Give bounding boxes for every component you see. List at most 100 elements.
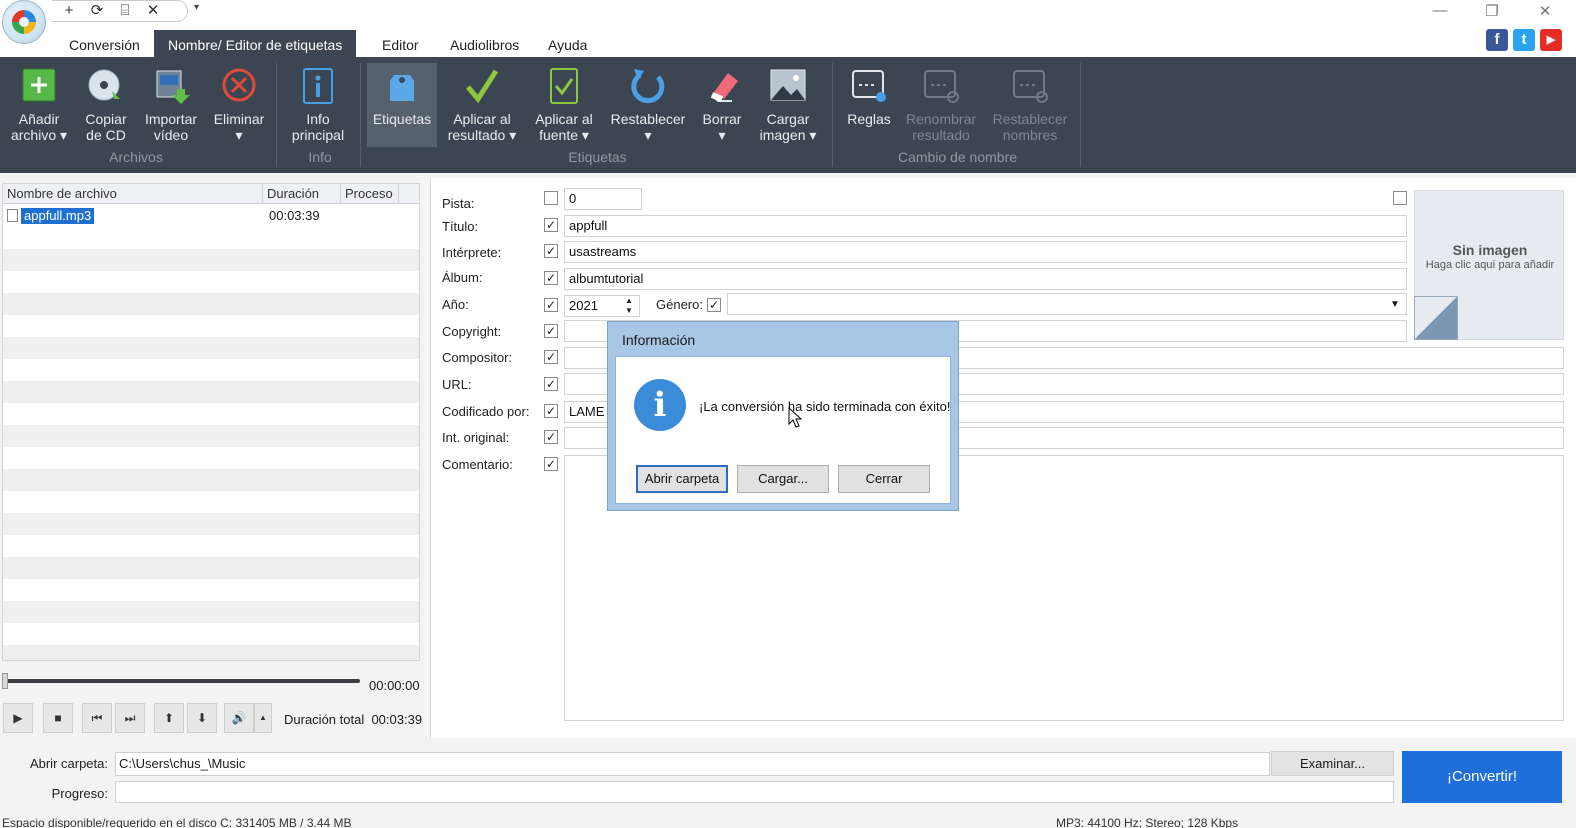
checkbox-title[interactable]: ✓ xyxy=(544,218,558,232)
add-file-button[interactable]: Añadir archivo ▾ xyxy=(4,63,74,147)
checkbox-url[interactable]: ✓ xyxy=(544,377,558,391)
label-url: URL: xyxy=(442,377,472,392)
rename-result-button[interactable]: Renombrar resultado xyxy=(903,63,979,147)
erase-button[interactable]: Borrar ▾ xyxy=(695,63,749,147)
plus-icon[interactable]: + xyxy=(60,1,78,21)
total-duration: Duración total 00:03:39 xyxy=(284,712,423,727)
edit-doc-icon[interactable]: ⌸ xyxy=(116,1,134,21)
close-window-button[interactable]: ✕ xyxy=(1530,2,1560,20)
refresh-icon[interactable]: ⟳ xyxy=(88,1,106,21)
move-up-button[interactable]: ⬆ xyxy=(154,703,184,733)
tab-help[interactable]: Ayuda xyxy=(534,30,601,57)
main-info-button[interactable]: Info principal xyxy=(283,63,353,147)
minimize-button[interactable]: — xyxy=(1425,2,1455,19)
group-label-files: Archivos xyxy=(109,149,163,165)
open-folder-button[interactable]: Abrir carpeta xyxy=(636,465,728,493)
delete-button[interactable]: Eliminar ▾ xyxy=(206,63,272,147)
copy-cd-button[interactable]: Copiar de CD xyxy=(76,63,136,147)
checkbox-album[interactable]: ✓ xyxy=(544,271,558,285)
group-label-rename: Cambio de nombre xyxy=(897,149,1018,165)
column-header-filename[interactable]: Nombre de archivo xyxy=(3,184,263,204)
info-icon xyxy=(298,67,338,105)
empty-row xyxy=(3,381,419,403)
ribbon-separator xyxy=(832,63,833,167)
youtube-icon[interactable]: ▶ xyxy=(1540,29,1562,51)
menu-bar: Conversión Nombre/ Editor de etiquetas E… xyxy=(0,30,1576,57)
track-input[interactable]: 0 xyxy=(564,188,642,210)
eraser-icon xyxy=(702,67,742,105)
import-video-icon xyxy=(151,67,191,105)
file-list[interactable]: Nombre de archivo Duración Proceso appfu… xyxy=(2,183,420,661)
checkbox-comment[interactable]: ✓ xyxy=(544,457,558,471)
close-icon[interactable]: ✕ xyxy=(144,1,162,21)
qat-more-icon[interactable]: ▾ xyxy=(194,2,199,13)
reset-names-button[interactable]: Restablecer nombres xyxy=(987,63,1073,147)
checkbox-track[interactable] xyxy=(544,191,558,205)
cover-empty-title: Sin imagen xyxy=(1452,242,1528,258)
checkbox-year[interactable]: ✓ xyxy=(544,298,558,312)
tab-editor[interactable]: Editor xyxy=(368,30,433,57)
twitter-icon[interactable]: t xyxy=(1513,29,1535,51)
dialog-close-button[interactable]: Cerrar xyxy=(838,465,930,493)
dialog-body: i ¡La conversión ha sido terminada con é… xyxy=(615,356,951,504)
checkbox-encoded-by[interactable]: ✓ xyxy=(544,404,558,418)
empty-row xyxy=(3,337,419,359)
output-folder-input[interactable]: C:\Users\chus_\Music xyxy=(115,752,1270,776)
disk-space-status: Espacio disponible/requerido en el disco… xyxy=(2,816,352,828)
apply-to-source-button[interactable]: Aplicar al fuente ▾ xyxy=(527,63,601,147)
checkbox-cover[interactable] xyxy=(1393,191,1407,205)
checkbox-copyright[interactable]: ✓ xyxy=(544,324,558,338)
checkbox-artist[interactable]: ✓ xyxy=(544,244,558,258)
tags-button[interactable]: Etiquetas xyxy=(367,63,437,147)
apply-to-result-button[interactable]: Aplicar al resultado ▾ xyxy=(441,63,523,147)
next-button[interactable]: ⏭ xyxy=(115,703,145,733)
move-down-button[interactable]: ⬇ xyxy=(187,703,217,733)
table-row[interactable]: appfull.mp3 00:03:39 xyxy=(3,205,419,227)
load-image-button[interactable]: Cargar imagen ▾ xyxy=(753,63,823,147)
genre-select[interactable] xyxy=(727,293,1407,315)
volume-up-arrow[interactable]: ▲ xyxy=(254,703,272,733)
mouse-cursor-icon xyxy=(788,407,802,428)
import-video-button[interactable]: Importar vídeo xyxy=(138,63,204,147)
title-input[interactable]: appfull xyxy=(564,215,1407,237)
reset-button[interactable]: Restablecer ▾ xyxy=(605,63,691,147)
label-encoded-by: Codificado por: xyxy=(442,404,530,419)
tab-tag-editor[interactable]: Nombre/ Editor de etiquetas xyxy=(154,30,357,57)
album-input[interactable]: albumtutorial xyxy=(564,268,1407,290)
chevron-down-icon[interactable]: ▼ xyxy=(1390,299,1400,310)
check-doc-icon xyxy=(544,67,584,105)
load-button[interactable]: Cargar... xyxy=(737,465,829,493)
column-header-process[interactable]: Proceso xyxy=(341,184,399,204)
checkbox-composer[interactable]: ✓ xyxy=(544,350,558,364)
rename-result-icon xyxy=(921,67,961,105)
tag-icon xyxy=(382,67,422,105)
rules-button[interactable]: Reglas xyxy=(839,63,899,147)
previous-button[interactable]: ⏮ xyxy=(82,703,112,733)
tab-conversion[interactable]: Conversión xyxy=(55,30,154,57)
seek-handle[interactable] xyxy=(2,673,8,689)
progress-bar xyxy=(115,781,1394,803)
convert-button[interactable]: ¡Convertir! xyxy=(1402,751,1562,803)
checkbox-original-artist[interactable]: ✓ xyxy=(544,430,558,444)
seek-bar[interactable] xyxy=(4,679,360,683)
restore-button[interactable]: ❐ xyxy=(1477,2,1507,20)
artist-input[interactable]: usastreams xyxy=(564,241,1407,263)
year-stepper[interactable]: ▲ ▼ xyxy=(620,296,638,318)
browse-button[interactable]: Examinar... xyxy=(1271,751,1394,776)
volume-button[interactable]: 🔊 xyxy=(224,703,254,733)
playback-position: 00:00:00 xyxy=(369,678,420,693)
tab-audiobooks[interactable]: Audiolibros xyxy=(436,30,533,57)
group-label-info: Info xyxy=(308,149,332,165)
app-logo-icon[interactable] xyxy=(2,0,46,44)
column-header-duration[interactable]: Duración xyxy=(263,184,341,204)
facebook-icon[interactable]: f xyxy=(1486,29,1508,51)
checkbox-genre[interactable]: ✓ xyxy=(707,298,721,312)
info-icon: i xyxy=(634,379,686,431)
label-track: Pista: xyxy=(442,196,475,211)
empty-row xyxy=(3,425,419,447)
image-placeholder-icon xyxy=(1414,296,1458,340)
label-artist: Intérprete: xyxy=(442,245,502,260)
play-button[interactable]: ▶ xyxy=(3,703,33,733)
ribbon-separator xyxy=(360,63,361,167)
stop-button[interactable]: ■ xyxy=(43,703,73,733)
